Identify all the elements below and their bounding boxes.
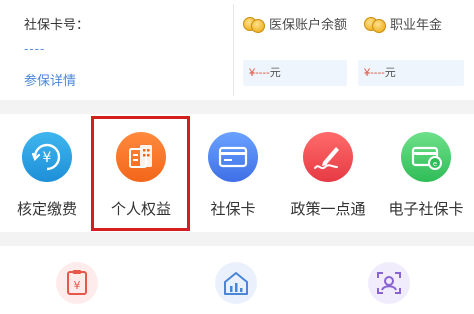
social-card-number: ---- <box>24 41 46 56</box>
pen-signature-icon <box>303 132 353 182</box>
social-card-info: 社保卡号： ---- 参保详情 <box>24 14 224 90</box>
social-card-label: 社保卡号： <box>24 17 90 32</box>
menu-item-electronic-social-card[interactable]: e 电子社保卡 <box>378 132 474 219</box>
menu-item-social-card[interactable]: 社保卡 <box>185 132 281 219</box>
clipboard-yuan-icon[interactable]: ¥ <box>56 262 98 304</box>
highlight-box <box>91 116 190 231</box>
amount-value: ¥---- <box>249 67 270 79</box>
menu-item-verified-payment[interactable]: ¥ 核定缴费 <box>0 132 95 219</box>
house-chart-icon[interactable] <box>215 262 257 304</box>
occupational-annuity-title: 职业年金 <box>390 17 443 32</box>
menu-label: 电子社保卡 <box>388 201 464 218</box>
secondary-service-row: ¥ <box>0 246 474 314</box>
section-separator <box>0 232 474 246</box>
coins-icon <box>364 15 386 33</box>
card-icon <box>208 132 258 182</box>
occupational-annuity-header[interactable]: 职业年金 <box>364 14 442 33</box>
occupational-annuity-amount: ¥----元 <box>358 60 464 86</box>
service-menu: ¥ 核定缴费 个人权益 社保卡 政策一点通 e 电子社保卡 <box>0 114 474 232</box>
insurance-details-link[interactable]: 参保详情 <box>24 70 76 89</box>
menu-label: 核定缴费 <box>16 201 77 218</box>
amount-unit: 元 <box>269 67 281 79</box>
menu-item-policy-guide[interactable]: 政策一点通 <box>280 132 376 219</box>
medical-balance-amount: ¥----元 <box>243 60 347 86</box>
medical-balance-header[interactable]: 医保账户余额 <box>243 14 347 33</box>
menu-label: 社保卡 <box>210 201 256 218</box>
amount-value: ¥---- <box>364 67 385 79</box>
section-separator <box>0 100 474 114</box>
yuan-refresh-icon: ¥ <box>22 132 72 182</box>
svg-text:e: e <box>433 160 437 168</box>
svg-text:¥: ¥ <box>74 279 81 292</box>
medical-balance-title: 医保账户余额 <box>269 17 348 32</box>
account-summary-card: 社保卡号： ---- 参保详情 医保账户余额 职业年金 ¥----元 ¥----… <box>0 0 474 100</box>
svg-text:¥: ¥ <box>43 150 52 166</box>
coins-icon <box>243 15 265 33</box>
face-scan-icon[interactable] <box>368 262 410 304</box>
divider <box>233 4 234 96</box>
amount-unit: 元 <box>384 67 396 79</box>
e-card-icon: e <box>401 132 451 182</box>
menu-label: 政策一点通 <box>290 201 366 218</box>
